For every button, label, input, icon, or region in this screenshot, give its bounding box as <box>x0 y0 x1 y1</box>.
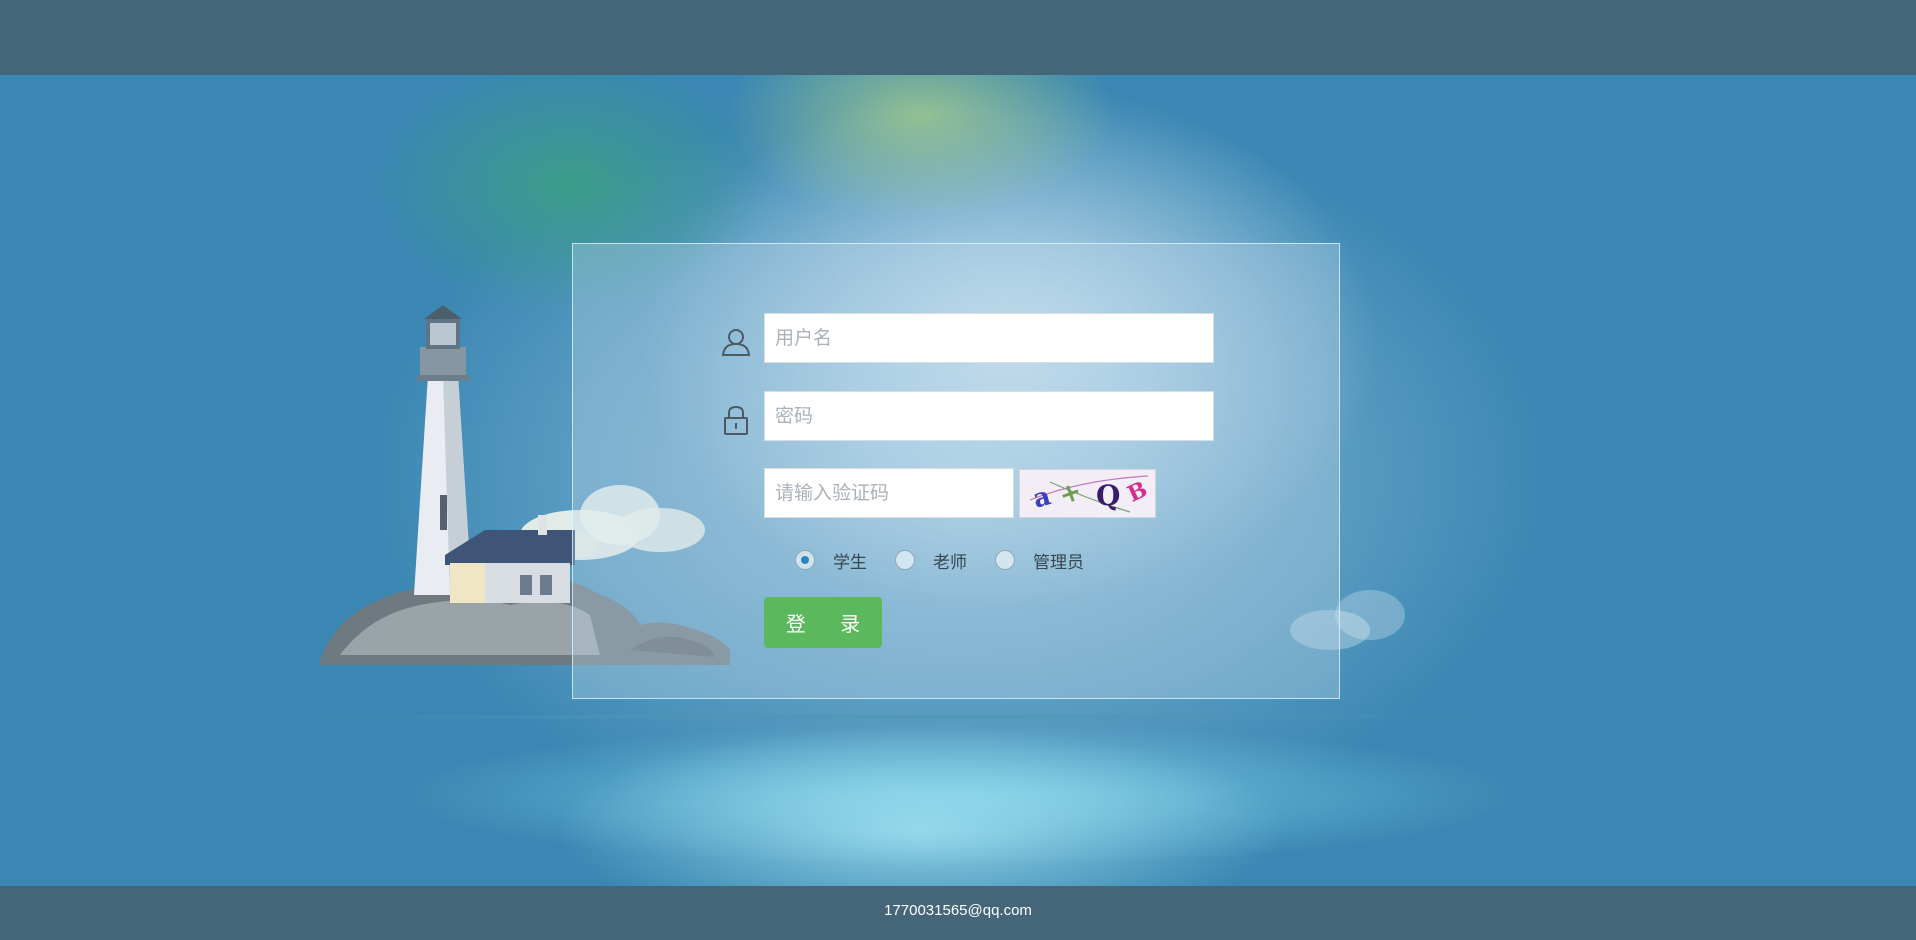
captcha-char-4: B <box>1124 476 1152 507</box>
user-icon <box>721 329 751 356</box>
username-field[interactable] <box>764 313 1214 363</box>
lock-icon <box>724 405 748 435</box>
top-bar <box>0 0 1916 75</box>
captcha-char-1: a <box>1030 481 1054 514</box>
username-input[interactable] <box>765 314 1213 362</box>
role-label-student: 学生 <box>833 552 867 573</box>
captcha-char-3: Q <box>1096 479 1120 512</box>
role-option-teacher[interactable]: 老师 <box>895 548 967 573</box>
role-label-teacher: 老师 <box>933 552 967 573</box>
password-field[interactable] <box>764 391 1214 441</box>
login-button[interactable]: 登 录 <box>764 597 882 648</box>
radio-teacher[interactable] <box>895 550 915 570</box>
captcha-input[interactable] <box>765 469 1013 517</box>
captcha-graphic: a + Q B <box>1029 475 1152 515</box>
login-page: a + Q B 学生 老师 管理员 登 录 1770031565@qq.com <box>0 0 1916 940</box>
footer-email: 1770031565@qq.com <box>884 901 1032 919</box>
radio-student[interactable] <box>795 550 815 570</box>
radio-admin[interactable] <box>995 550 1015 570</box>
role-radio-group: 学生 老师 管理员 <box>795 545 1112 575</box>
captcha-field[interactable] <box>764 468 1014 518</box>
password-input[interactable] <box>765 392 1213 440</box>
captcha-image[interactable]: a + Q B <box>1019 469 1156 518</box>
role-option-student[interactable]: 学生 <box>795 548 867 573</box>
role-option-admin[interactable]: 管理员 <box>995 548 1084 573</box>
horizon-line <box>300 715 1500 719</box>
footer-bar: 1770031565@qq.com <box>0 886 1916 940</box>
role-label-admin: 管理员 <box>1033 552 1084 573</box>
captcha-char-2: + <box>1055 476 1086 512</box>
